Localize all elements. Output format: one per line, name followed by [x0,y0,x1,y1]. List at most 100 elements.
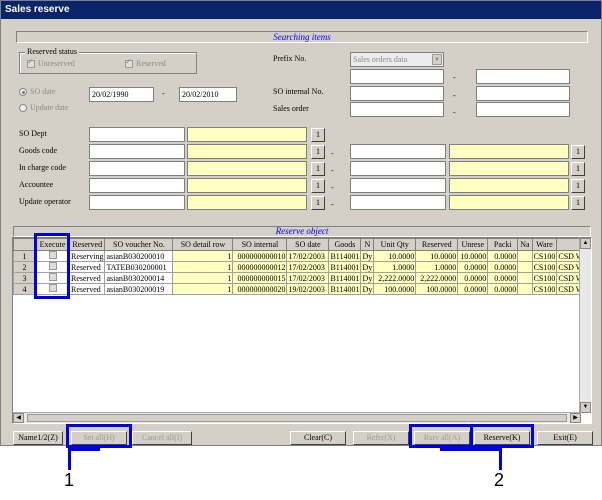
table-cell[interactable]: 1.0000 [373,261,417,273]
table-cell[interactable]: 000000000012 [232,261,288,273]
table-cell[interactable]: B114001 [328,261,362,273]
table-cell[interactable]: 10.0000 [457,250,489,262]
table-cell[interactable]: TATEB030200001 [104,261,174,273]
table-cell[interactable]: 10.0000 [415,250,459,262]
clear-button[interactable]: Clear(C) [290,431,346,445]
column-header[interactable]: Na [517,238,533,251]
column-header[interactable]: SO date [286,238,330,251]
cancel-all-button[interactable]: Cancel all(I) [132,431,192,445]
scroll-down-icon[interactable]: ▼ [580,402,591,413]
so-internal-to[interactable] [476,86,570,101]
table-cell[interactable]: CS100 [531,272,558,284]
date-to-input[interactable]: 20/02/2010 [179,87,237,102]
table-cell[interactable]: CS100 [531,250,558,262]
table-cell[interactable]: 1 [172,250,234,262]
table-cell[interactable]: 19/02/2003 [286,283,330,295]
column-header[interactable]: SO detail row [172,238,234,251]
table-cell[interactable]: 100.0000 [373,283,417,295]
so-dept-input[interactable] [89,127,185,142]
table-cell[interactable]: Reserved [68,272,106,284]
in-charge-to-lookup-button[interactable]: 1 [571,162,585,176]
table-cell[interactable]: Reserving [68,250,106,262]
so-dept-lookup-button[interactable]: 1 [311,128,325,142]
update-operator-to-lookup-button[interactable]: 1 [571,196,585,210]
column-header[interactable]: SO internal [232,238,288,251]
table-cell[interactable]: 1.0000 [415,261,459,273]
table-cell[interactable]: asianB030200014 [104,272,174,284]
table-cell[interactable]: asianB030200019 [104,283,174,295]
prefix-no-select[interactable]: Sales orders data ▼ [350,52,444,67]
table-row[interactable]: 4 Reserved asianB030200019 1 000000000020 19/… [13,283,586,295]
sales-order-from[interactable] [350,102,444,117]
table-cell[interactable]: asianB030200010 [104,250,174,262]
table-cell[interactable] [517,272,533,284]
table-cell[interactable]: 1 [172,272,234,284]
table-cell[interactable]: 100.0000 [415,283,459,295]
accountee-from[interactable] [89,178,185,193]
table-cell[interactable]: CS100 [531,283,558,295]
table-cell[interactable]: 17/02/2003 [286,272,330,284]
scroll-left-icon[interactable]: ◀ [13,413,24,423]
unreserved-checkbox[interactable]: Unreserved [27,57,75,69]
reserved-checkbox[interactable]: Reserved [125,57,166,69]
update-operator-from[interactable] [89,195,185,210]
scroll-up-icon[interactable]: ▲ [580,238,591,249]
column-header[interactable]: Reserved [415,238,459,251]
table-cell[interactable]: Dy [360,283,375,295]
table-cell[interactable]: 1 [172,261,234,273]
table-cell[interactable]: B114001 [328,250,362,262]
column-header[interactable] [13,238,36,251]
column-header[interactable]: Packi [487,238,519,251]
table-cell[interactable]: B114001 [328,272,362,284]
table-cell[interactable]: 000000000010 [232,250,288,262]
table-cell[interactable]: Reserved [68,283,106,295]
table-cell[interactable]: 10.0000 [373,250,417,262]
table-cell[interactable]: 17/02/2003 [286,250,330,262]
table-cell[interactable]: Dy [360,272,375,284]
exit-button[interactable]: Exit(E) [537,431,593,445]
table-cell[interactable]: 0.0000 [457,261,489,273]
prefix-range-from[interactable] [350,69,444,84]
refer-button[interactable]: Refer(X) [353,431,409,445]
table-cell[interactable]: 0.0000 [487,261,519,273]
in-charge-from-lookup-button[interactable]: 1 [311,162,325,176]
column-header[interactable]: N [360,238,375,251]
goods-code-from-lookup-button[interactable]: 1 [311,145,325,159]
table-cell[interactable]: 2,222.0000 [415,272,459,284]
column-header[interactable]: SO voucher No. [104,238,174,251]
goods-code-from[interactable] [89,144,185,159]
table-row[interactable]: 1 Reserving asianB030200010 1 000000000010 17… [13,250,586,262]
so-internal-from[interactable] [350,86,444,101]
table-cell[interactable]: 000000000015 [232,272,288,284]
scroll-thumb[interactable] [27,414,567,422]
table-cell[interactable]: Dy [360,250,375,262]
column-header[interactable]: Ware [531,238,558,251]
accountee-to[interactable] [350,178,446,193]
table-cell[interactable]: Reserved [68,261,106,273]
table-cell[interactable]: 000000000020 [232,283,288,295]
name-toggle-button[interactable]: Name1/2(Z) [13,431,63,445]
table-cell[interactable]: Dy [360,261,375,273]
table-cell[interactable]: B114001 [328,283,362,295]
table-cell[interactable]: 17/02/2003 [286,261,330,273]
table-cell[interactable]: 1 [172,283,234,295]
table-cell[interactable] [517,250,533,262]
table-row[interactable]: 2 Reserved TATEB030200001 1 000000000012 17/0… [13,261,586,273]
prefix-range-to[interactable] [476,69,570,84]
table-cell[interactable]: 2,222.0000 [373,272,417,284]
column-header[interactable]: Goods [328,238,362,251]
table-row[interactable]: 3 Reserved asianB030200014 1 000000000015 17/… [13,272,586,284]
scroll-right-icon[interactable]: ▶ [570,413,581,423]
table-cell[interactable]: 0.0000 [487,272,519,284]
date-from-input[interactable]: 20/02/1990 [89,87,154,102]
column-header[interactable]: Reserved [68,238,106,251]
sales-order-to[interactable] [476,102,570,117]
table-cell[interactable]: 0.0000 [487,250,519,262]
table-cell[interactable]: 0.0000 [457,272,489,284]
table-cell[interactable]: CS100 [531,261,558,273]
update-operator-from-lookup-button[interactable]: 1 [311,196,325,210]
vertical-scrollbar[interactable]: ▲ ▼ [579,238,591,413]
accountee-from-lookup-button[interactable]: 1 [311,179,325,193]
update-date-radio[interactable]: Update date [19,103,68,113]
table-cell[interactable] [517,283,533,295]
